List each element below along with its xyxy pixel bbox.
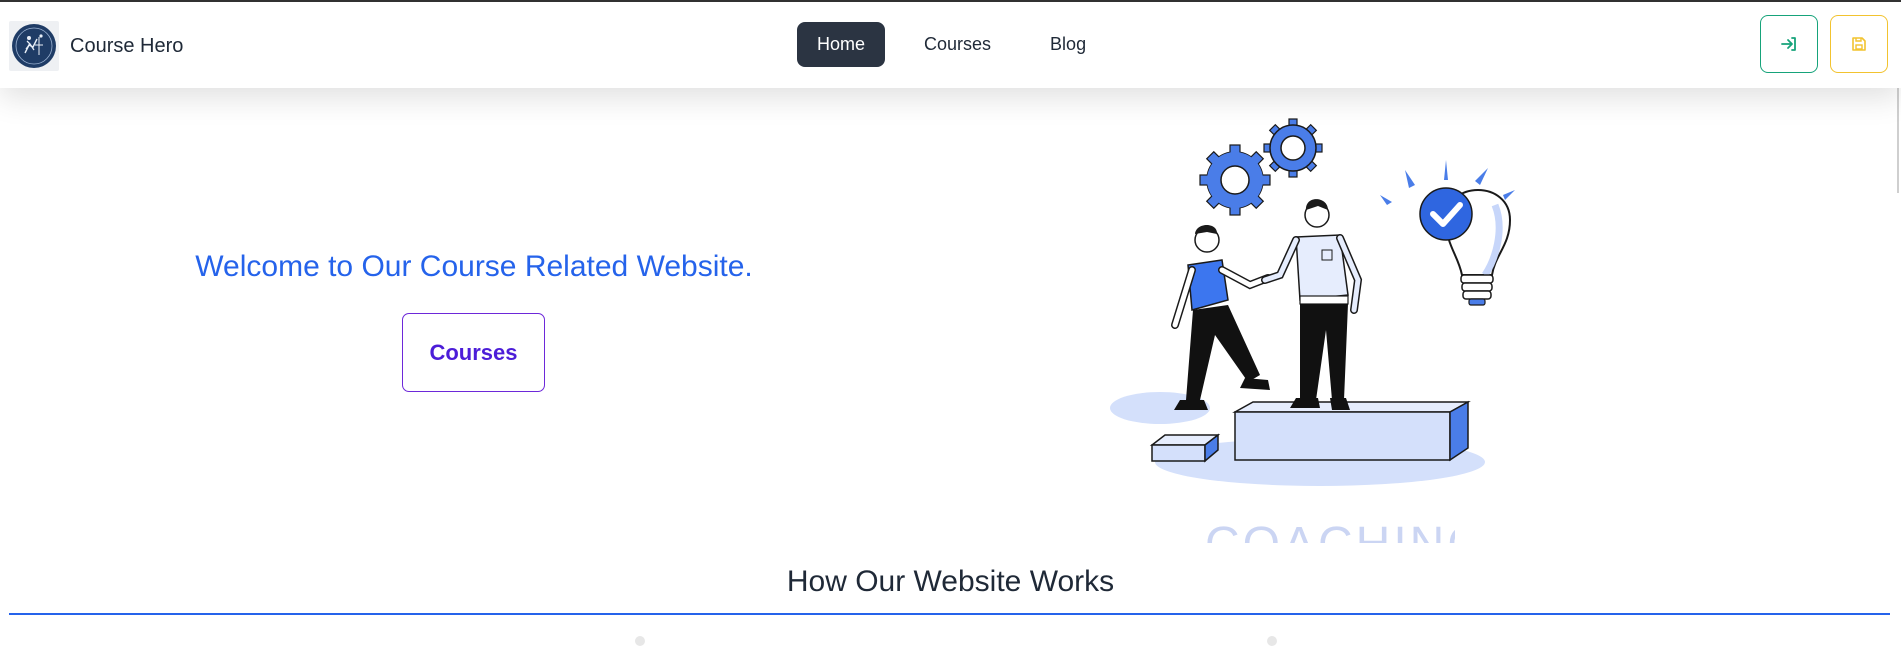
step-block — [1149, 433, 1221, 463]
person-mentor — [1261, 199, 1363, 410]
illustration-caption: COACHING — [1205, 521, 1455, 543]
gear-icon — [1263, 118, 1323, 178]
login-button[interactable] — [1760, 15, 1818, 73]
courses-button[interactable]: Courses — [402, 313, 545, 392]
podium-block — [1232, 400, 1471, 462]
sign-in-icon — [1781, 37, 1796, 51]
lightbulb-icon — [1380, 160, 1515, 306]
step-marker — [1267, 636, 1277, 646]
brand[interactable]: Course Hero — [9, 21, 183, 71]
save-button[interactable] — [1830, 15, 1888, 73]
person-climbing — [1171, 225, 1272, 410]
navbar: Course Hero Home Courses Blog — [0, 2, 1901, 88]
gear-icon — [1199, 144, 1271, 216]
scrollbar[interactable] — [1897, 88, 1899, 193]
hero-title: Welcome to Our Course Related Website. — [195, 250, 753, 283]
nav-blog[interactable]: Blog — [1030, 22, 1106, 67]
main-nav: Home Courses Blog — [797, 22, 1106, 67]
nav-home[interactable]: Home — [797, 22, 886, 67]
section-divider — [9, 613, 1890, 615]
floppy-disk-icon — [1852, 37, 1866, 51]
section-title: How Our Website Works — [786, 565, 1115, 598]
coaching-handshake-illustration — [1110, 118, 1515, 486]
step-marker — [635, 636, 645, 646]
nav-courses[interactable]: Courses — [904, 22, 1011, 67]
runner-logo-icon — [9, 21, 59, 71]
brand-name: Course Hero — [70, 34, 184, 57]
